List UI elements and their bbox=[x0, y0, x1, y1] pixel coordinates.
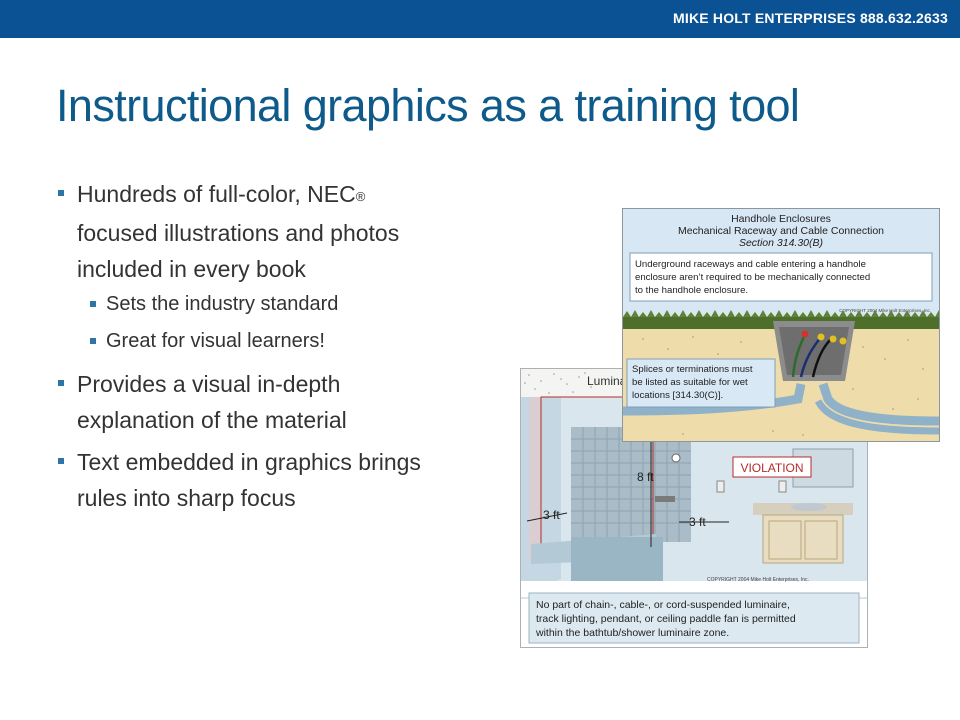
figure-subtitle: Mechanical Raceway and Cable Connection bbox=[678, 225, 884, 237]
wall-switch-icon bbox=[716, 480, 725, 493]
bathtub bbox=[571, 537, 663, 582]
sub-bullet-2: Great for visual learners! bbox=[90, 324, 325, 358]
violation-label: VIOLATION bbox=[740, 461, 803, 475]
bullet-marker bbox=[58, 190, 64, 196]
bullet-2-line-1: Provides a visual in-depth bbox=[77, 371, 341, 397]
sub-bullet-2-text: Great for visual learners! bbox=[106, 330, 325, 352]
figure-section: Section 314.30(B) bbox=[739, 237, 823, 249]
handhole-drawing: Handhole Enclosures Mechanical Raceway a… bbox=[623, 209, 939, 441]
bullet-3-line-1: Text embedded in graphics brings bbox=[77, 449, 421, 475]
bullet-marker bbox=[58, 458, 64, 464]
left-dimension-label: 3 ft bbox=[543, 508, 560, 522]
sub-bullet-marker bbox=[90, 301, 96, 307]
handhole-copyright: COPYRIGHT 2004 Mike Holt Enterprises, In… bbox=[839, 308, 931, 313]
faucet-controls bbox=[655, 496, 675, 502]
figure-title: Handhole Enclosures bbox=[731, 213, 831, 225]
bullet-1-line-2: focused illustrations and photos bbox=[77, 220, 400, 246]
front-dimension-label: 3 ft bbox=[689, 515, 706, 529]
note-line-1: Splices or terminations must bbox=[632, 364, 753, 375]
receptacle-icon bbox=[778, 480, 787, 493]
note-line-2: be listed as suitable for wet bbox=[632, 377, 748, 388]
sub-bullet-1-text: Sets the industry standard bbox=[106, 293, 339, 315]
callout-line-3: to the handhole enclosure. bbox=[635, 285, 748, 296]
wire-connector-icon bbox=[829, 335, 837, 343]
enclosure-interior bbox=[779, 327, 849, 375]
sink-basin bbox=[791, 503, 827, 511]
sub-bullet-marker bbox=[90, 338, 96, 344]
vanity-cabinet bbox=[762, 514, 844, 564]
wire-connector-icon bbox=[801, 330, 809, 338]
handhole-illustration: Handhole Enclosures Mechanical Raceway a… bbox=[622, 208, 940, 442]
wire-connector-icon bbox=[817, 333, 825, 341]
height-dimension-label: 8 ft bbox=[637, 470, 654, 484]
bullet-2: Provides a visual in-depth explanation o… bbox=[58, 366, 347, 438]
registered-mark: ® bbox=[355, 189, 366, 204]
bullet-1-line-3: included in every book bbox=[77, 256, 306, 282]
bullet-2-line-2: explanation of the material bbox=[77, 407, 347, 433]
luminaire-label: Lumina bbox=[587, 374, 627, 388]
bath-copyright: COPYRIGHT 2004 Mike Holt Enterprises, In… bbox=[707, 577, 809, 583]
sub-bullet-1: Sets the industry standard bbox=[90, 287, 339, 321]
bullet-1: Hundreds of full-color, NEC® focused ill… bbox=[58, 176, 400, 287]
slide-title: Instructional graphics as a training too… bbox=[56, 80, 800, 131]
bullet-marker bbox=[58, 380, 64, 386]
brand-text: MIKE HOLT ENTERPRISES 888.632.2633 bbox=[673, 10, 948, 26]
caption-line-2: track lighting, pendant, or ceiling padd… bbox=[536, 613, 796, 625]
zone-side bbox=[529, 397, 541, 561]
wire-connector-icon bbox=[839, 337, 847, 345]
note-line-3: locations [314.30(C)]. bbox=[632, 390, 723, 401]
caption-line-3: within the bathtub/shower luminaire zone… bbox=[535, 627, 729, 639]
callout-line-2: enclosure aren’t required to be mechanic… bbox=[635, 272, 870, 283]
callout-line-1: Underground raceways and cable entering … bbox=[635, 259, 866, 270]
bullet-1-line-1: Hundreds of full-color, NEC bbox=[77, 181, 356, 207]
header-bar: MIKE HOLT ENTERPRISES 888.632.2633 bbox=[0, 0, 960, 38]
bullet-3-line-2: rules into sharp focus bbox=[77, 485, 296, 511]
bullet-3: Text embedded in graphics brings rules i… bbox=[58, 444, 421, 516]
shower-head-icon bbox=[671, 453, 681, 463]
caption-line-1: No part of chain-, cable-, or cord-suspe… bbox=[536, 599, 790, 611]
